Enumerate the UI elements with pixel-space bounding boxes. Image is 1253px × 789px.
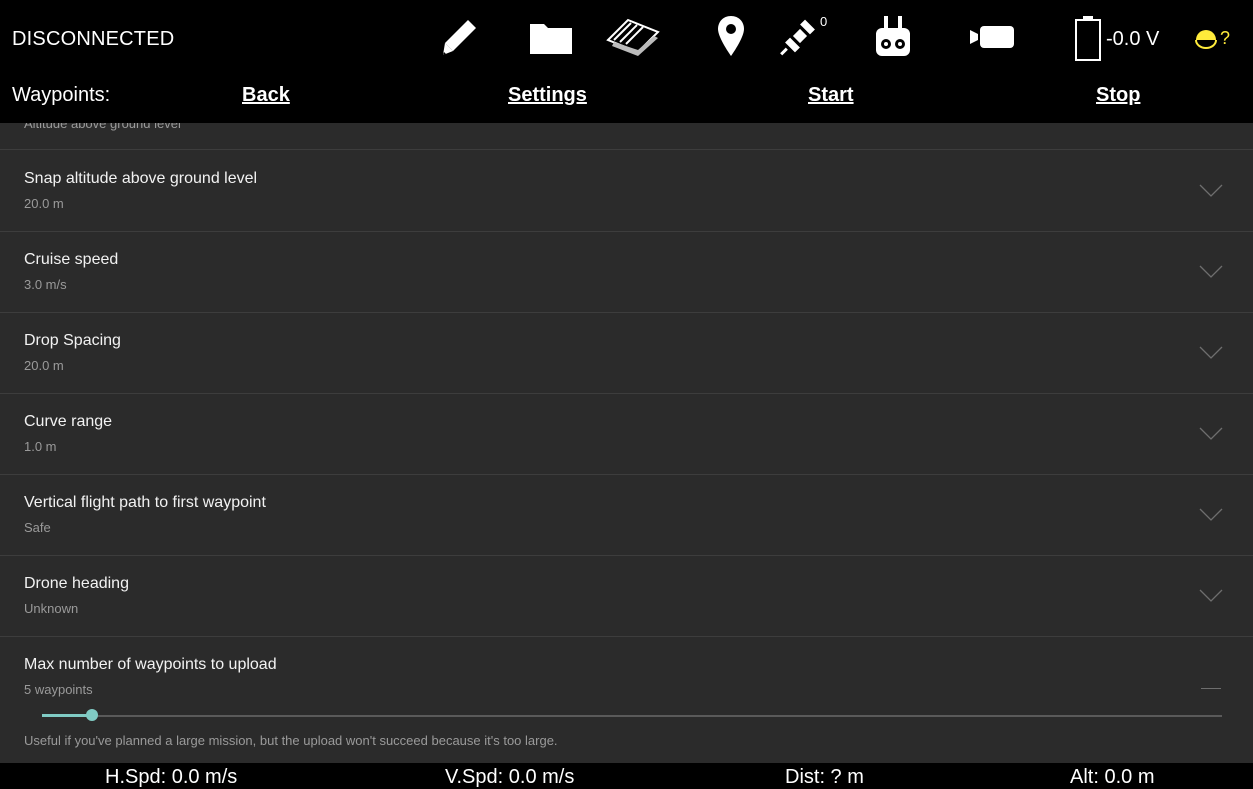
- settings-item-partial[interactable]: Altitude above ground level: [0, 123, 1253, 150]
- vertical-speed: V.Spd: 0.0 m/s: [445, 766, 575, 788]
- folder-icon[interactable]: [528, 20, 574, 56]
- horizontal-speed: H.Spd: 0.0 m/s: [105, 766, 238, 788]
- back-button[interactable]: Back: [242, 84, 290, 107]
- setting-value: 1.0 m: [24, 439, 57, 454]
- collapse-icon[interactable]: [1201, 688, 1221, 689]
- telemetry-bar: H.Spd: 0.0 m/s V.Spd: 0.0 m/s Dist: ? m …: [0, 763, 1253, 789]
- battery-voltage: -0.0 V: [1106, 28, 1160, 50]
- remote-controller-icon[interactable]: [874, 14, 912, 58]
- gps-satellite-count: 0: [820, 14, 828, 29]
- waypoints-label: Waypoints:: [12, 84, 111, 106]
- slider-help-text: Useful if you've planned a large mission…: [24, 733, 558, 748]
- setting-title: Drop Spacing: [24, 332, 121, 349]
- chevron-down-icon[interactable]: [1199, 508, 1223, 522]
- setting-cruise-speed[interactable]: Cruise speed 3.0 m/s: [0, 231, 1253, 313]
- setting-value: Safe: [24, 520, 51, 535]
- waypoints-slider-thumb[interactable]: [85, 709, 98, 721]
- top-status-bar: DISCONNECTED 0 -0.0 V ? Waypoints: Back …: [0, 0, 1253, 123]
- setting-title: Max number of waypoints to upload: [24, 656, 277, 673]
- setting-snap-altitude[interactable]: Snap altitude above ground level 20.0 m: [0, 150, 1253, 232]
- chevron-down-icon[interactable]: [1199, 265, 1223, 279]
- waypoints-slider-fill: [42, 714, 92, 717]
- connection-status: DISCONNECTED: [12, 28, 175, 50]
- settings-list: Altitude above ground level Snap altitud…: [0, 123, 1253, 763]
- setting-value: 3.0 m/s: [24, 277, 67, 292]
- setting-vertical-flight-path[interactable]: Vertical flight path to first waypoint S…: [0, 474, 1253, 556]
- setting-value: 20.0 m: [24, 358, 64, 373]
- chevron-down-icon[interactable]: [1199, 184, 1223, 198]
- setting-title: Snap altitude above ground level: [24, 170, 258, 187]
- distance: Dist: ? m: [785, 766, 864, 788]
- stop-button[interactable]: Stop: [1096, 84, 1140, 107]
- chevron-down-icon[interactable]: [1199, 589, 1223, 603]
- setting-title: Vertical flight path to first waypoint: [24, 494, 266, 511]
- settings-button[interactable]: Settings: [508, 84, 587, 107]
- setting-value: Unknown: [24, 601, 79, 616]
- pencil-icon[interactable]: [440, 16, 480, 58]
- setting-value: Altitude above ground level: [24, 123, 181, 131]
- setting-value: 5 waypoints: [24, 682, 93, 697]
- chevron-down-icon[interactable]: [1199, 346, 1223, 360]
- signal-status-text: ?: [1220, 28, 1231, 48]
- start-button[interactable]: Start: [808, 84, 854, 107]
- setting-drone-heading[interactable]: Drone heading Unknown: [0, 555, 1253, 637]
- satellite-icon[interactable]: [778, 14, 822, 58]
- setting-title: Drone heading: [24, 575, 129, 592]
- gps-signal-indicator: [1195, 30, 1217, 49]
- camera-icon[interactable]: [968, 24, 1016, 50]
- setting-title: Curve range: [24, 413, 113, 430]
- setting-curve-range[interactable]: Curve range 1.0 m: [0, 393, 1253, 475]
- setting-value: 20.0 m: [24, 196, 64, 211]
- chevron-down-icon[interactable]: [1199, 427, 1223, 441]
- waypoints-slider-track[interactable]: [42, 715, 1222, 717]
- setting-title: Cruise speed: [24, 251, 119, 268]
- setting-drop-spacing[interactable]: Drop Spacing 20.0 m: [0, 312, 1253, 394]
- altitude: Alt: 0.0 m: [1070, 766, 1155, 788]
- location-pin-icon[interactable]: [716, 14, 746, 58]
- battery-icon: [1075, 16, 1101, 61]
- map-layers-icon[interactable]: [604, 16, 662, 58]
